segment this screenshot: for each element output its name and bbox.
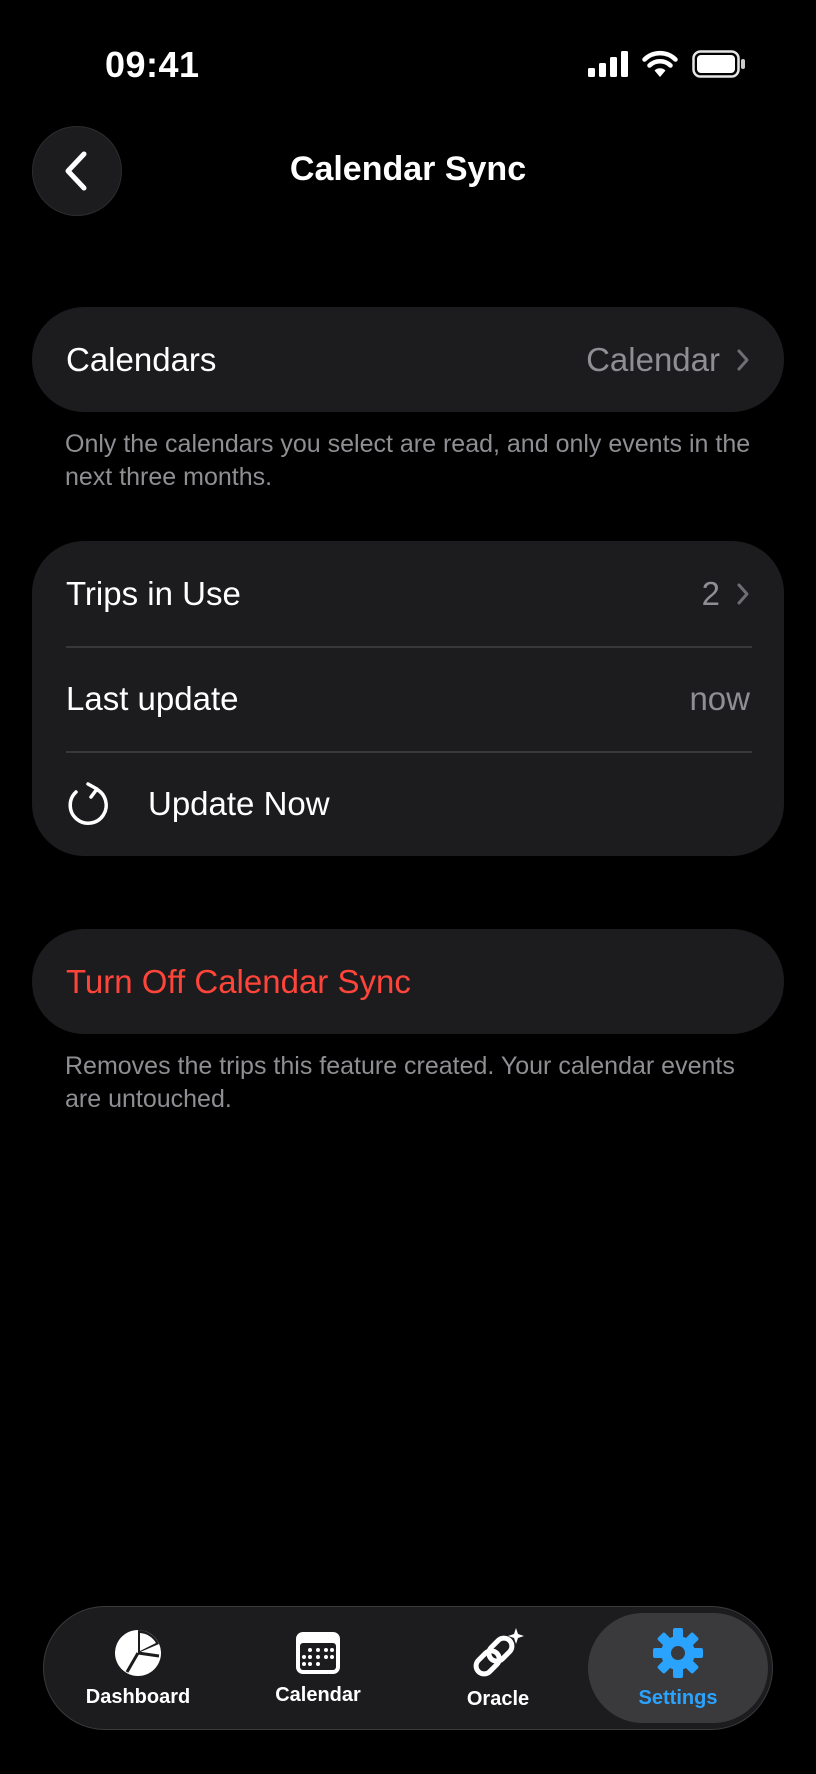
battery-icon xyxy=(692,50,745,78)
chevron-right-icon xyxy=(736,582,750,606)
status-bar: 09:41 xyxy=(0,0,816,130)
turn-off-footnote: Removes the trips this feature created. … xyxy=(65,1052,735,1113)
last-update-value: now xyxy=(689,679,750,717)
turn-off-calendar-sync-label: Turn Off Calendar Sync xyxy=(66,962,411,1000)
trips-in-use-row[interactable]: Trips in Use 2 xyxy=(32,541,784,646)
tab-calendar-label: Calendar xyxy=(275,1683,361,1706)
danger-group: Turn Off Calendar Sync xyxy=(32,929,784,1034)
refresh-icon xyxy=(66,781,112,827)
update-now-button[interactable]: Update Now xyxy=(32,751,784,856)
calendars-footnote: Only the calendars you select are read, … xyxy=(65,430,751,491)
tab-oracle[interactable]: Oracle xyxy=(408,1613,588,1723)
calendars-value: Calendar xyxy=(586,340,720,378)
tab-dashboard[interactable]: Dashboard xyxy=(48,1613,228,1723)
sync-group: Trips in Use 2 Last update now Update No… xyxy=(32,541,784,856)
tab-bar: Dashboard Calendar Oracle Settings xyxy=(43,1606,773,1730)
calendars-label: Calendars xyxy=(66,340,217,378)
cellular-signal-icon xyxy=(588,51,628,77)
last-update-label: Last update xyxy=(66,679,239,717)
tab-dashboard-label: Dashboard xyxy=(85,1685,191,1708)
tab-calendar[interactable]: Calendar xyxy=(228,1613,408,1723)
trips-in-use-value: 2 xyxy=(701,574,720,612)
wifi-icon xyxy=(642,50,678,77)
turn-off-calendar-sync-button[interactable]: Turn Off Calendar Sync xyxy=(32,929,784,1034)
gear-icon xyxy=(653,1627,703,1678)
chevron-right-icon xyxy=(736,348,750,372)
calendars-row[interactable]: Calendars Calendar xyxy=(32,307,784,412)
oracle-link-sparkle-icon xyxy=(473,1627,524,1676)
trips-in-use-label: Trips in Use xyxy=(66,574,241,612)
update-now-label: Update Now xyxy=(148,784,330,822)
tab-oracle-label: Oracle xyxy=(466,1687,530,1710)
tab-settings-label: Settings xyxy=(638,1686,718,1709)
pie-chart-icon xyxy=(115,1629,161,1676)
tab-settings[interactable]: Settings xyxy=(588,1613,768,1723)
page-title: Calendar Sync xyxy=(289,150,527,188)
calendars-group: Calendars Calendar xyxy=(32,307,784,412)
last-update-row: Last update now xyxy=(32,646,784,751)
status-icons xyxy=(588,50,746,78)
calendar-icon xyxy=(296,1631,340,1674)
status-time: 09:41 xyxy=(105,44,200,85)
